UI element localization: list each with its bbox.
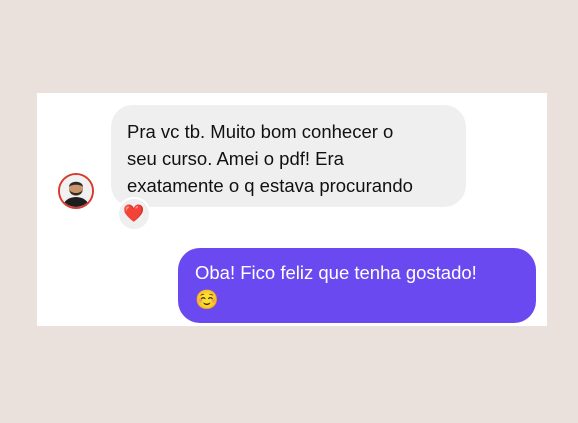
heart-reaction-badge[interactable]: ❤️ (117, 197, 151, 231)
incoming-message-line: exatamente o q estava procurando (127, 175, 413, 196)
incoming-message-line: Pra vc tb. Muito bom conhecer o (127, 121, 394, 142)
incoming-message-line: seu curso. Amei o pdf! Era (127, 148, 344, 169)
smiling-face-icon: ☺️ (195, 289, 219, 311)
outgoing-message-bubble[interactable]: Oba! Fico feliz que tenha gostado! ☺️ (178, 248, 536, 323)
incoming-message-bubble[interactable]: Pra vc tb. Muito bom conhecer o seu curs… (111, 105, 466, 207)
outgoing-message-text: Oba! Fico feliz que tenha gostado! (195, 262, 477, 283)
chat-panel: Pra vc tb. Muito bom conhecer o seu curs… (37, 93, 547, 326)
user-avatar-icon (60, 175, 92, 207)
sender-avatar[interactable] (58, 173, 94, 209)
heart-icon: ❤️ (123, 203, 145, 224)
